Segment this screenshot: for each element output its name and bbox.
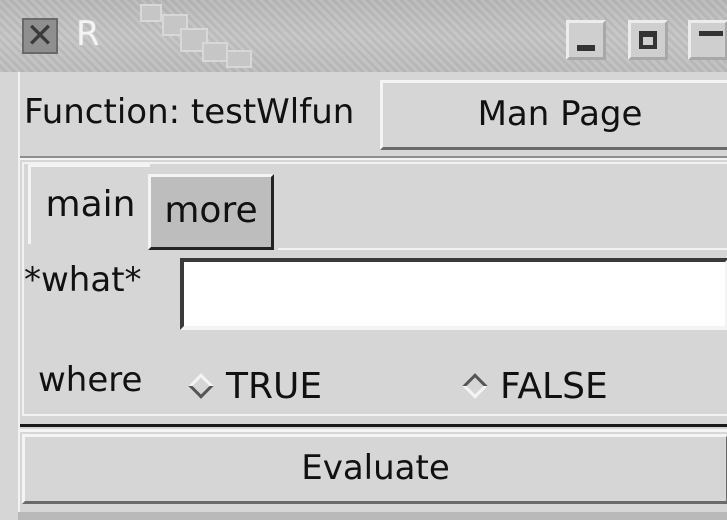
what-label: *what* [24, 260, 142, 300]
evaluate-button[interactable]: Evaluate [22, 434, 727, 504]
radio-false[interactable]: FALSE [462, 364, 608, 408]
where-label: where [38, 360, 143, 400]
tab-main[interactable]: main [28, 164, 150, 244]
radio-false-label: FALSE [500, 365, 608, 407]
footer-divider [20, 424, 727, 432]
title-bar-texture [0, 0, 727, 72]
close-icon[interactable]: ✕ [22, 18, 58, 54]
function-label: Function: testWlfun [24, 92, 355, 132]
r-dialog-window: ✕ R Function: testWlfun Man Page main mo… [0, 0, 727, 520]
window-bottom-edge [18, 512, 727, 520]
maximize-icon[interactable] [628, 20, 668, 60]
header-divider [20, 156, 727, 160]
radio-true[interactable]: TRUE [188, 364, 322, 408]
what-input[interactable] [180, 258, 727, 330]
radio-true-label: TRUE [226, 365, 323, 407]
title-bar[interactable]: ✕ R [0, 0, 727, 72]
tab-more[interactable]: more [148, 174, 274, 250]
radio-diamond-icon [462, 373, 488, 399]
title-bar-decoration [140, 4, 260, 68]
man-page-button[interactable]: Man Page [380, 80, 727, 150]
tab-baseline [278, 248, 727, 250]
dialog-content: Function: testWlfun Man Page main more *… [18, 72, 727, 520]
radio-diamond-icon [188, 373, 214, 399]
window-title: R [76, 14, 100, 54]
minimize-icon[interactable] [566, 20, 606, 60]
shade-icon[interactable] [688, 20, 727, 60]
